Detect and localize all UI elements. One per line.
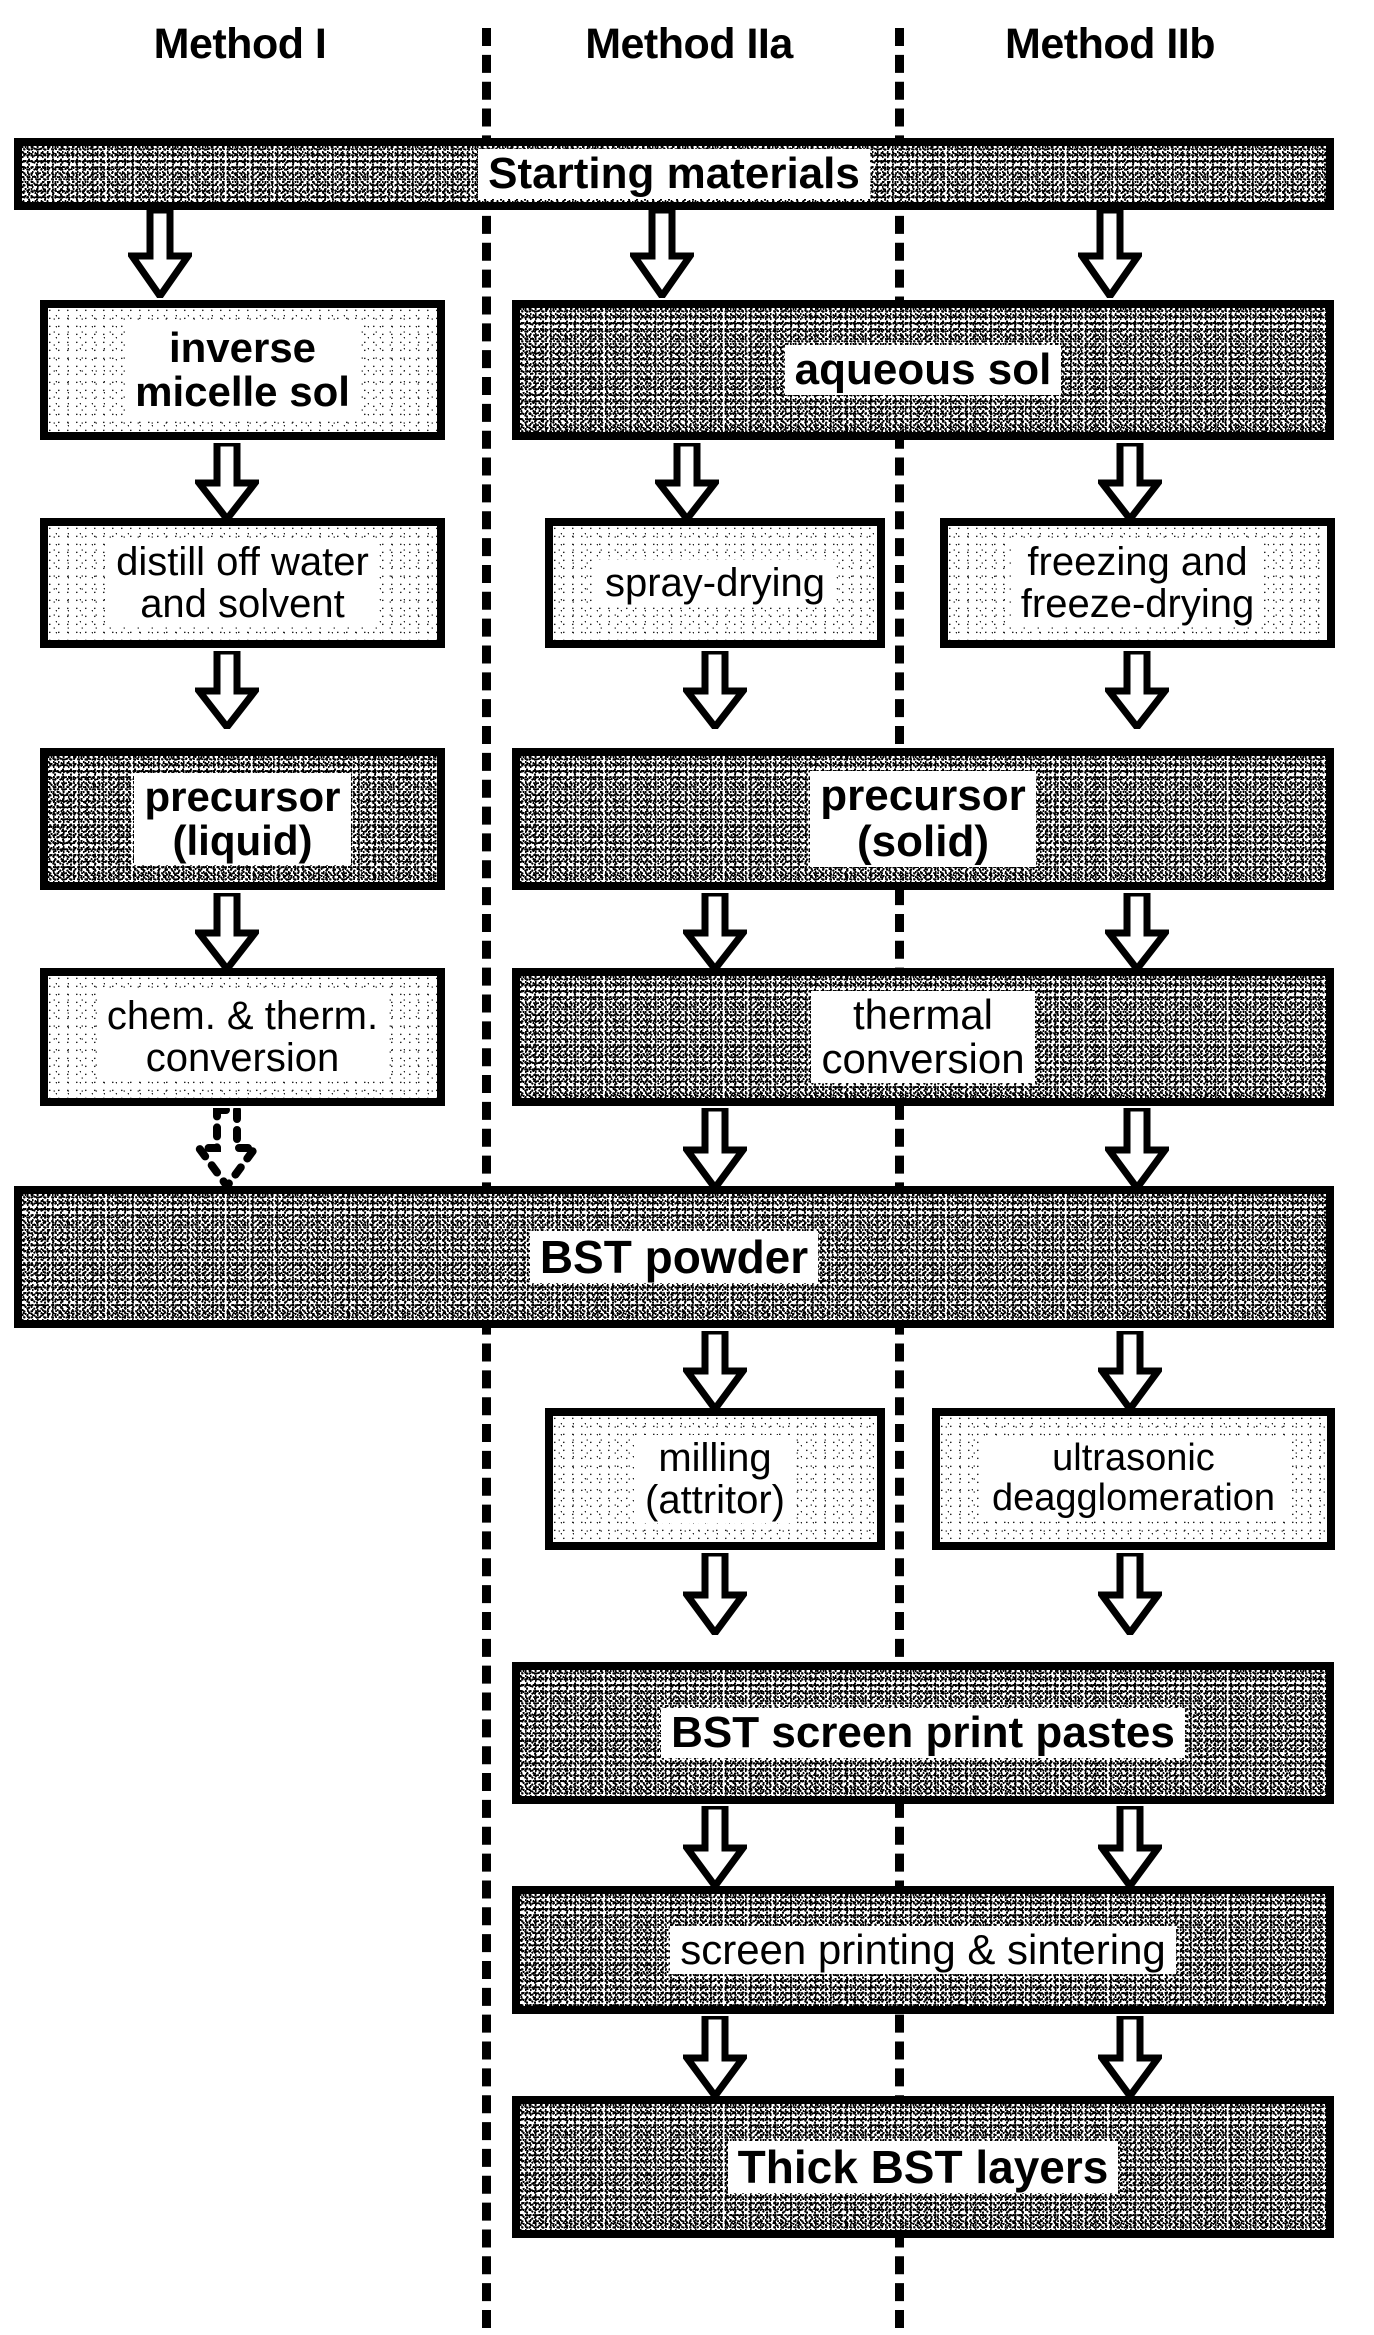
- node-label: Thick BST layers: [727, 2140, 1119, 2194]
- node-ultrasonic-deagglomeration: ultrasonic deagglomeration: [932, 1408, 1335, 1550]
- node-precursor-liquid: precursor (liquid): [40, 748, 445, 890]
- node-inverse-micelle-sol: inverse micelle sol: [40, 300, 445, 440]
- node-label: BST screen print pastes: [661, 1707, 1185, 1759]
- arrow-precursor-solid-to-thermal-left: [683, 893, 747, 971]
- arrow-precursor-liquid-to-chem: [195, 893, 259, 971]
- flowchart-canvas: Method I Method IIa Method IIb Starting …: [0, 0, 1374, 2335]
- node-label: freezing and freeze-drying: [1010, 539, 1265, 627]
- node-label: chem. & therm. conversion: [96, 993, 389, 1081]
- node-label: screen printing & sintering: [670, 1925, 1176, 1975]
- node-label: inverse micelle sol: [125, 323, 360, 417]
- arrow-ultrasonic-to-pastes: [1098, 1553, 1162, 1635]
- node-thick-bst-layers: Thick BST layers: [512, 2096, 1334, 2238]
- method-divider-left: [482, 28, 491, 2328]
- node-chem-therm-conversion: chem. & therm. conversion: [40, 968, 445, 1106]
- node-label: spray-drying: [594, 560, 836, 606]
- arrow-powder-to-milling: [683, 1331, 747, 1411]
- arrow-powder-to-ultrasonic: [1098, 1331, 1162, 1411]
- arrow-start-to-micelle: [128, 210, 192, 298]
- node-bst-screen-print-pastes: BST screen print pastes: [512, 1662, 1334, 1804]
- arrow-micelle-to-distill: [195, 443, 259, 521]
- node-screen-printing-sintering: screen printing & sintering: [512, 1886, 1334, 2014]
- arrow-distill-to-precursor-liquid: [195, 651, 259, 729]
- node-label: milling (attritor): [635, 1435, 795, 1523]
- arrow-thermal-to-powder-right: [1105, 1108, 1169, 1190]
- node-label: BST powder: [529, 1230, 819, 1284]
- column-header-method-1: Method I: [153, 20, 327, 68]
- arrow-chem-to-bst-powder-dotted: [195, 1108, 259, 1190]
- arrow-start-to-aqueous-right: [1078, 210, 1142, 298]
- node-aqueous-sol: aqueous sol: [512, 300, 1334, 440]
- node-label: aqueous sol: [784, 344, 1062, 396]
- node-precursor-solid: precursor (solid): [512, 748, 1334, 890]
- node-label: ultrasonic deagglomeration: [981, 1437, 1286, 1521]
- arrow-spray-to-precursor-solid: [683, 651, 747, 729]
- arrow-printing-to-layers-right: [1098, 2016, 1162, 2098]
- node-thermal-conversion: thermal conversion: [512, 968, 1334, 1106]
- node-label: precursor (liquid): [134, 772, 351, 866]
- node-milling: milling (attritor): [545, 1408, 885, 1550]
- arrow-aqueous-to-freeze: [1098, 443, 1162, 521]
- arrow-pastes-to-printing-right: [1098, 1806, 1162, 1888]
- node-freeze-drying: freezing and freeze-drying: [940, 518, 1335, 648]
- arrow-pastes-to-printing-left: [683, 1806, 747, 1888]
- node-label: thermal conversion: [811, 990, 1035, 1084]
- arrow-printing-to-layers-left: [683, 2016, 747, 2098]
- column-header-method-2b: Method IIb: [1005, 20, 1215, 68]
- arrow-start-to-aqueous-left: [630, 210, 694, 298]
- node-label: precursor (solid): [810, 770, 1036, 868]
- node-label: Starting materials: [478, 148, 870, 200]
- node-label: distill off water and solvent: [106, 539, 379, 627]
- arrow-milling-to-pastes: [683, 1553, 747, 1635]
- node-distill-off: distill off water and solvent: [40, 518, 445, 648]
- arrow-aqueous-to-spray: [655, 443, 719, 521]
- arrow-freeze-to-precursor-solid: [1105, 651, 1169, 729]
- arrow-thermal-to-powder-left: [683, 1108, 747, 1190]
- arrow-precursor-solid-to-thermal-right: [1105, 893, 1169, 971]
- node-spray-drying: spray-drying: [545, 518, 885, 648]
- column-header-method-2a: Method IIa: [585, 20, 793, 68]
- node-starting-materials: Starting materials: [14, 138, 1334, 210]
- node-bst-powder: BST powder: [14, 1186, 1334, 1328]
